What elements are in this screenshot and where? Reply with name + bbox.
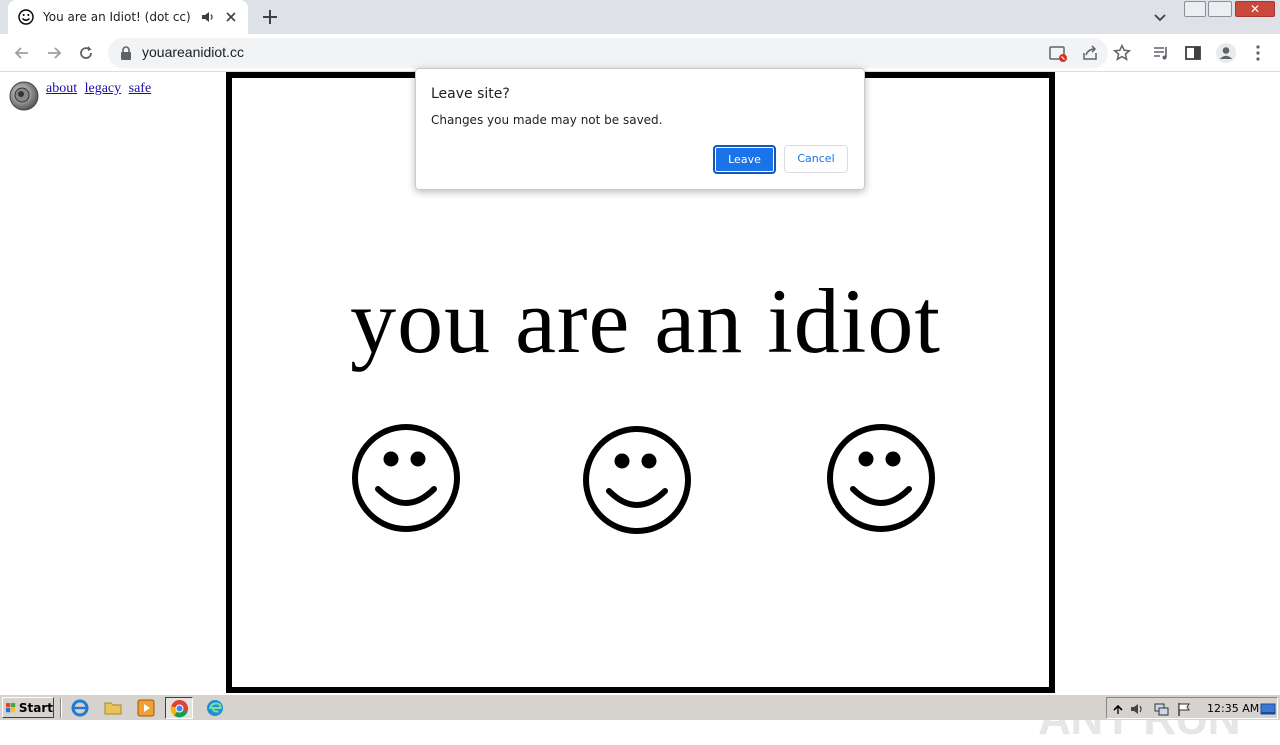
window-close-button[interactable]: ✕ bbox=[1235, 1, 1275, 17]
smiley-face-icon bbox=[827, 424, 935, 532]
volume-icon[interactable] bbox=[1129, 701, 1145, 717]
browser-toolbar: youareanidiot.cc bbox=[0, 34, 1280, 72]
action-center-flag-icon[interactable] bbox=[1176, 701, 1192, 717]
explorer-folder-icon[interactable] bbox=[103, 698, 123, 718]
taskbar: Start 12:35 AM bbox=[0, 694, 1280, 720]
network-icon[interactable] bbox=[1153, 701, 1169, 717]
media-queue-icon[interactable] bbox=[1151, 43, 1171, 63]
edge-icon[interactable] bbox=[205, 698, 225, 718]
legacy-link[interactable]: legacy bbox=[85, 81, 122, 96]
about-link[interactable]: about bbox=[46, 81, 77, 96]
window-maximize-button[interactable] bbox=[1208, 1, 1232, 17]
dialog-title: Leave site? bbox=[431, 86, 510, 102]
speaker-icon[interactable] bbox=[6, 78, 40, 112]
popup-blocked-icon[interactable] bbox=[1048, 43, 1068, 63]
headline: you are an idiot bbox=[350, 270, 941, 372]
ie-icon[interactable] bbox=[70, 698, 90, 718]
back-arrow-icon[interactable] bbox=[12, 43, 32, 63]
bookmark-star-icon[interactable] bbox=[1112, 43, 1132, 63]
leave-button[interactable]: Leave bbox=[713, 145, 776, 174]
leave-site-dialog: Leave site? Changes you made may not be … bbox=[415, 68, 865, 190]
system-tray: 12:35 AM bbox=[1106, 697, 1278, 719]
windows-flag-icon bbox=[6, 702, 16, 712]
clock[interactable]: 12:35 AM bbox=[1207, 702, 1259, 715]
show-hidden-icons-icon[interactable] bbox=[1110, 701, 1126, 717]
tab-title: You are an Idiot! (dot cc) bbox=[43, 10, 191, 24]
dialog-message: Changes you made may not be saved. bbox=[431, 113, 663, 127]
tab-close-icon[interactable] bbox=[224, 10, 238, 24]
profile-avatar-icon[interactable] bbox=[1215, 42, 1237, 64]
chevron-down-icon[interactable] bbox=[1152, 9, 1168, 25]
tab-strip: You are an Idiot! (dot cc) ✕ bbox=[0, 0, 1280, 34]
lock-icon[interactable] bbox=[120, 46, 132, 60]
browser-tab[interactable]: You are an Idiot! (dot cc) bbox=[8, 0, 248, 34]
new-tab-icon[interactable] bbox=[260, 7, 280, 27]
taskbar-separator bbox=[60, 698, 62, 718]
smiley-face-icon bbox=[583, 426, 691, 534]
kebab-menu-icon[interactable] bbox=[1248, 43, 1268, 63]
address-bar[interactable]: youareanidiot.cc bbox=[108, 38, 1108, 68]
chrome-icon bbox=[170, 699, 189, 718]
forward-arrow-icon[interactable] bbox=[44, 43, 64, 63]
chrome-taskbar-button[interactable] bbox=[165, 697, 193, 719]
media-player-icon[interactable] bbox=[136, 698, 156, 718]
side-panel-icon[interactable] bbox=[1183, 43, 1203, 63]
share-icon[interactable] bbox=[1080, 43, 1100, 63]
window-minimize-button[interactable] bbox=[1184, 1, 1206, 17]
cancel-button[interactable]: Cancel bbox=[784, 145, 848, 173]
start-label: Start bbox=[18, 700, 53, 715]
reload-icon[interactable] bbox=[76, 43, 96, 63]
smiley-face-icon bbox=[352, 424, 460, 532]
start-button[interactable]: Start bbox=[2, 697, 54, 718]
url-text[interactable]: youareanidiot.cc bbox=[142, 44, 244, 60]
safe-link[interactable]: safe bbox=[129, 81, 152, 96]
smiley-favicon-icon bbox=[18, 9, 34, 25]
nav-links: about legacy safe bbox=[46, 81, 155, 97]
tab-audio-icon[interactable] bbox=[200, 9, 216, 25]
show-desktop-icon[interactable] bbox=[1260, 701, 1276, 717]
